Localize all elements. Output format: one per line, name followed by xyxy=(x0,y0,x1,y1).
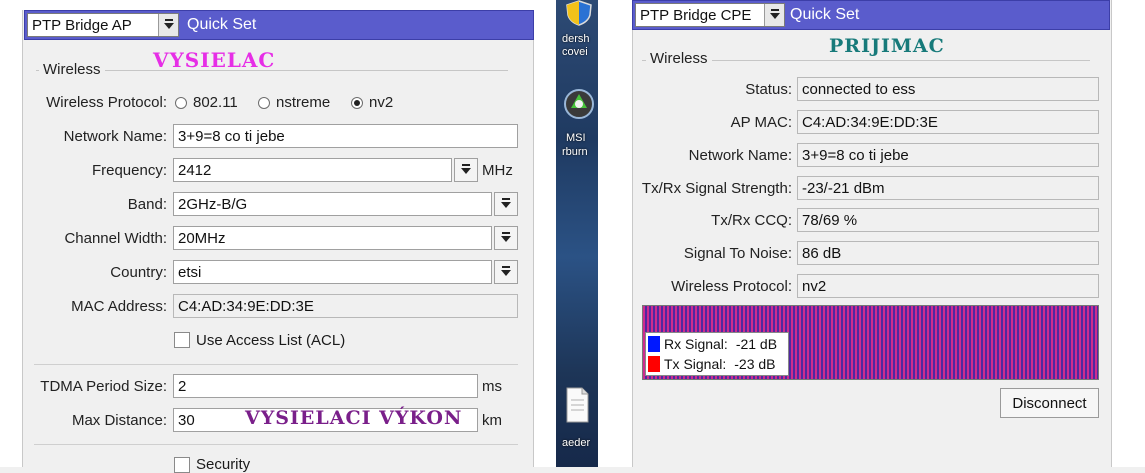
desktop-icon-label: MSI xyxy=(566,132,586,144)
channel-width-label: Channel Width: xyxy=(64,230,167,247)
rx-swatch xyxy=(648,336,660,352)
rx-label: Rx Signal: xyxy=(664,336,728,352)
msi-afterburner-icon[interactable] xyxy=(562,86,596,126)
frequency-unit: MHz xyxy=(482,162,513,179)
rx-legend-row: Rx Signal: -21 dB xyxy=(648,336,777,352)
ap-mac-value: C4:AD:34:9E:DD:3E xyxy=(797,110,1099,134)
wireless-protocol-label: Wireless Protocol: xyxy=(671,278,792,295)
tx-value: -23 dB xyxy=(734,356,776,372)
snr-label: Signal To Noise: xyxy=(683,245,792,262)
country-dropdown-button[interactable] xyxy=(494,260,518,284)
desktop-icon-label: covei xyxy=(562,46,588,58)
mac-address-label: MAC Address: xyxy=(71,298,167,315)
security-label: Security xyxy=(196,456,251,473)
desktop-icon-label: rburn xyxy=(562,146,588,158)
ap-mode-value: PTP Bridge AP xyxy=(32,16,132,34)
overlay-vysielac: VYSIELAC xyxy=(153,48,276,72)
wireless-protocol-value: nv2 xyxy=(797,274,1099,298)
protocol-radio-nv2[interactable]: nv2 xyxy=(351,94,393,111)
tdma-period-label: TDMA Period Size: xyxy=(40,378,167,395)
protocol-option-nstreme: nstreme xyxy=(276,94,331,111)
rx-value: -21 dB xyxy=(735,336,778,352)
radio-icon xyxy=(175,96,187,109)
tdma-unit: ms xyxy=(482,378,502,395)
network-name-label: Network Name: xyxy=(688,147,792,164)
window-gap xyxy=(598,0,632,467)
ap-quickset-bar: PTP Bridge AP Quick Set xyxy=(24,10,534,40)
quickset-label: Quick Set xyxy=(187,16,257,33)
quickset-label: Quick Set xyxy=(790,6,860,23)
cpe-quickset-bar: PTP Bridge CPE Quick Set xyxy=(632,0,1110,30)
acl-checkbox[interactable] xyxy=(174,332,190,348)
tdma-period-input[interactable]: 2 xyxy=(173,374,478,398)
cpe-mode-value: PTP Bridge CPE xyxy=(640,6,752,24)
disconnect-button[interactable]: Disconnect xyxy=(1000,388,1099,418)
protocol-option-nv2: nv2 xyxy=(369,94,394,111)
signal-legend: Rx Signal: -21 dB Tx Signal: -23 dB xyxy=(645,332,789,376)
overlay-vysielaci-vykon: VYSIELACI VÝKON xyxy=(245,407,463,429)
ccq-label: Tx/Rx CCQ: xyxy=(711,212,792,229)
radio-icon xyxy=(258,96,270,109)
band-dropdown-button[interactable] xyxy=(494,192,518,216)
chevron-down-icon[interactable] xyxy=(158,14,178,36)
status-value: connected to ess xyxy=(797,77,1099,101)
security-checkbox[interactable] xyxy=(174,457,190,473)
band-label: Band: xyxy=(127,196,167,213)
separator xyxy=(34,444,518,445)
max-distance-unit: km xyxy=(482,412,502,429)
protocol-radio-80211[interactable]: 802.11 xyxy=(175,94,238,111)
ap-mac-label: AP MAC: xyxy=(730,114,792,131)
frequency-input[interactable]: 2412 xyxy=(173,158,452,182)
band-select[interactable]: 2GHz-B/G xyxy=(173,192,492,216)
separator xyxy=(34,364,518,365)
cpe-mode-select[interactable]: PTP Bridge CPE xyxy=(635,3,785,27)
overlay-prijimac: PRIJIMAC xyxy=(829,35,945,57)
protocol-option-80211: 802.11 xyxy=(193,94,238,111)
protocol-radio-nstreme[interactable]: nstreme xyxy=(258,94,330,111)
chevron-down-icon xyxy=(461,164,471,176)
window-gap xyxy=(1112,0,1145,467)
channel-width-dropdown-button[interactable] xyxy=(494,226,518,250)
channel-width-select[interactable]: 20MHz xyxy=(173,226,492,250)
mac-address-value: C4:AD:34:9E:DD:3E xyxy=(173,294,518,318)
desktop-icon-label: aeder xyxy=(562,437,591,449)
signal-strength-value: -23/-21 dBm xyxy=(797,176,1099,200)
radio-selected-icon xyxy=(351,96,363,109)
signal-strength-label: Tx/Rx Signal Strength: xyxy=(641,180,792,197)
network-name-input[interactable]: 3+9=8 co ti jebe xyxy=(173,124,518,148)
tx-label: Tx Signal: xyxy=(664,356,727,372)
network-name-label: Network Name: xyxy=(63,128,167,145)
chevron-down-icon xyxy=(501,232,511,244)
desktop-icon-label: dersh xyxy=(562,33,590,45)
wireless-protocol-label: Wireless Protocol: xyxy=(46,94,167,111)
document-icon[interactable] xyxy=(564,386,590,424)
status-label: Status: xyxy=(745,81,792,98)
wireless-group-title: Wireless xyxy=(39,61,105,78)
wireless-group-title: Wireless xyxy=(646,50,712,67)
shield-icon[interactable] xyxy=(564,0,594,26)
country-label: Country: xyxy=(110,264,167,281)
country-select[interactable]: etsi xyxy=(173,260,492,284)
ap-mode-select[interactable]: PTP Bridge AP xyxy=(27,13,179,37)
network-name-value: 3+9=8 co ti jebe xyxy=(797,143,1099,167)
chevron-down-icon[interactable] xyxy=(764,4,784,26)
acl-label: Use Access List (ACL) xyxy=(196,332,346,349)
tx-legend-row: Tx Signal: -23 dB xyxy=(648,356,776,372)
tx-swatch xyxy=(648,356,660,372)
ccq-value: 78/69 % xyxy=(797,208,1099,232)
max-distance-label: Max Distance: xyxy=(71,412,167,429)
frequency-label: Frequency: xyxy=(91,162,167,179)
frequency-dropdown-button[interactable] xyxy=(454,158,478,182)
chevron-down-icon xyxy=(501,266,511,278)
snr-value: 86 dB xyxy=(797,241,1099,265)
chevron-down-icon xyxy=(501,198,511,210)
